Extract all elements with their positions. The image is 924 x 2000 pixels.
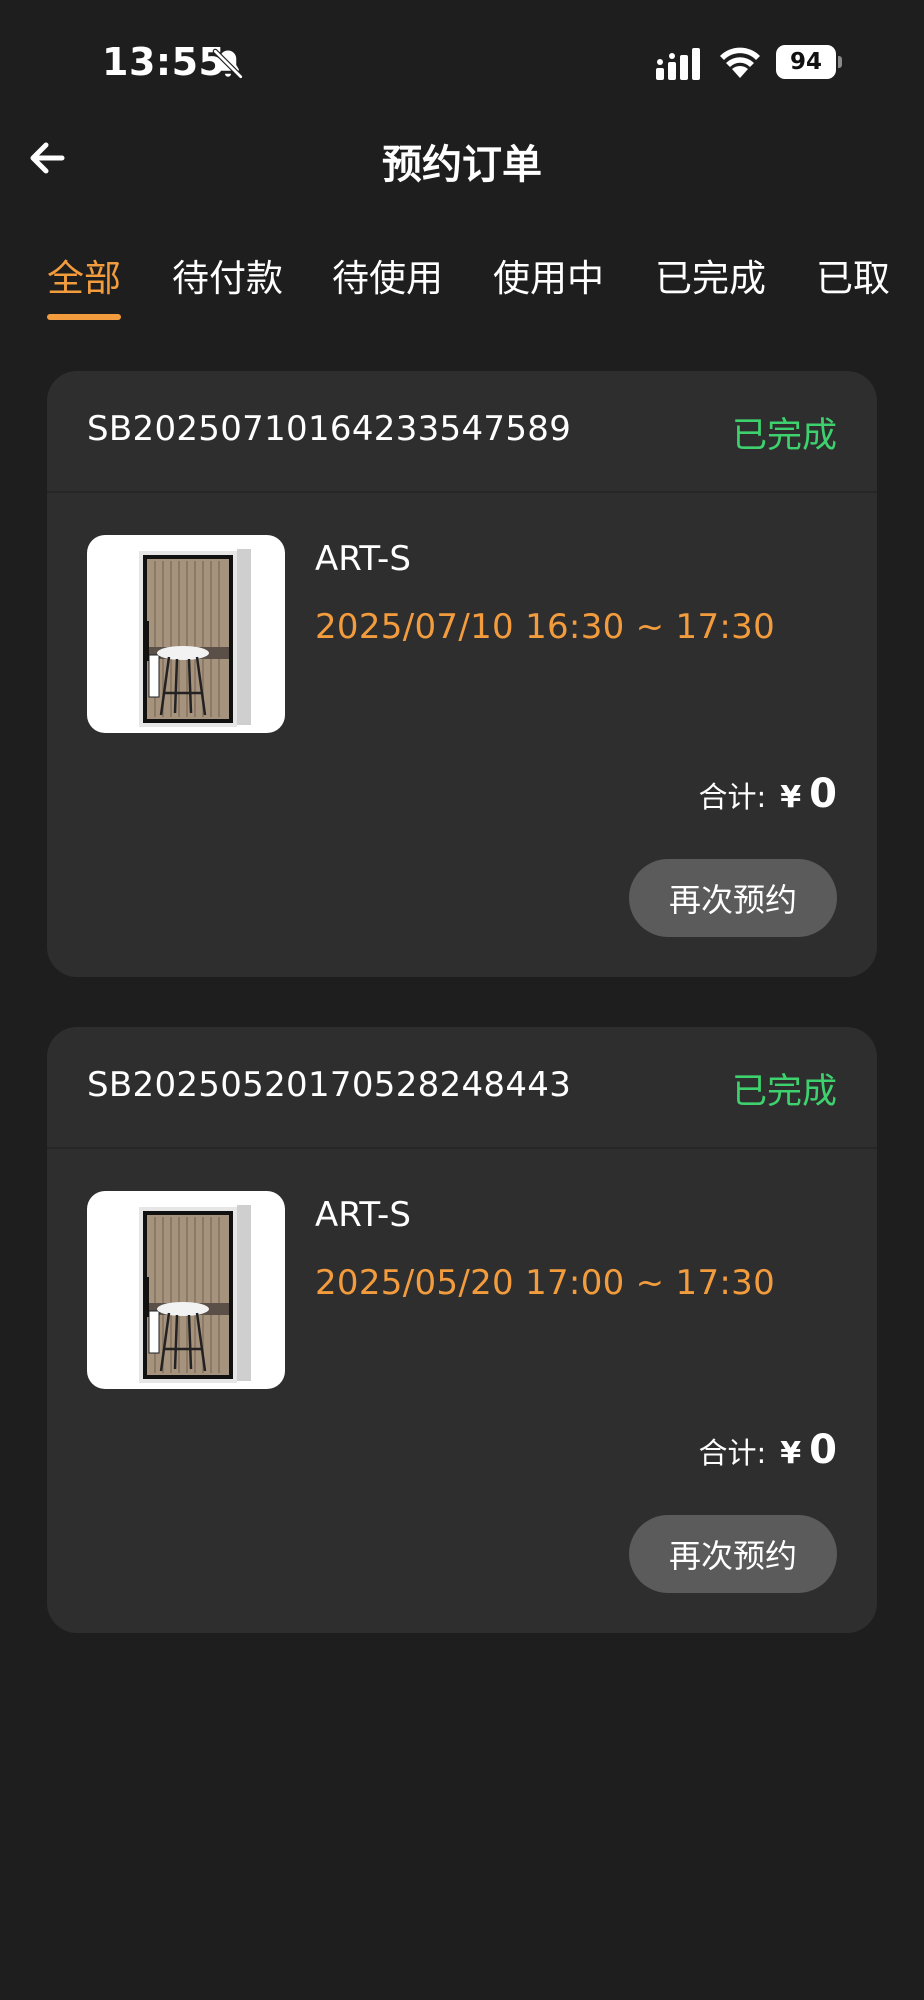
tab-in-use[interactable]: 使用中	[493, 248, 604, 302]
tab-pending-payment[interactable]: 待付款	[172, 248, 283, 302]
rebook-button[interactable]: 再次预约	[629, 1515, 837, 1593]
battery-icon: 94	[776, 45, 842, 79]
tab-cancelled[interactable]: 已取	[816, 248, 890, 302]
order-card[interactable]: SB20250710164233547589 已完成 ART-S 2025/07…	[47, 371, 877, 977]
page-title: 预约订单	[382, 142, 542, 188]
total-row: 合计: ¥ 0	[699, 771, 838, 817]
phone-booth-image	[139, 549, 251, 727]
tab-bar: 全部 待付款 待使用 使用中 已完成 已取	[0, 240, 924, 330]
header: 预约订单	[0, 120, 924, 200]
booking-time: 2025/05/20 17:00 ~ 17:30	[315, 1263, 776, 1303]
rebook-button[interactable]: 再次预约	[629, 859, 837, 937]
order-number: SB20250710164233547589	[87, 409, 572, 449]
product-thumbnail	[87, 535, 285, 733]
bell-slash-icon	[212, 48, 244, 80]
booking-time: 2025/07/10 16:30 ~ 17:30	[315, 607, 776, 647]
tab-completed[interactable]: 已完成	[655, 248, 766, 302]
order-card-header: SB20250710164233547589 已完成	[47, 371, 877, 493]
total-amount: 0	[809, 771, 837, 817]
tab-to-use[interactable]: 待使用	[332, 248, 443, 302]
order-number: SB20250520170528248443	[87, 1065, 572, 1105]
product-name: ART-S	[315, 1195, 411, 1235]
status-time: 13:55	[102, 40, 226, 84]
order-card[interactable]: SB20250520170528248443 已完成 ART-S 2025/05…	[47, 1027, 877, 1633]
order-card-header: SB20250520170528248443 已完成	[47, 1027, 877, 1149]
wifi-icon	[720, 47, 760, 78]
order-status: 已完成	[731, 1072, 837, 1112]
tab-all[interactable]: 全部	[47, 248, 121, 302]
currency-symbol: ¥	[780, 780, 802, 815]
total-amount: 0	[809, 1427, 837, 1473]
screen: 13:55 94 预约订单 全部 待付款 待使用 使用中 已完成 已取 SB20…	[0, 0, 924, 2000]
tab-indicator	[47, 314, 121, 320]
phone-booth-image	[139, 1205, 251, 1383]
product-thumbnail	[87, 1191, 285, 1389]
status-bar: 13:55 94	[0, 0, 924, 120]
battery-level: 94	[776, 45, 836, 79]
total-row: 合计: ¥ 0	[699, 1427, 838, 1473]
signal-icon	[656, 48, 700, 80]
total-label: 合计:	[698, 780, 767, 814]
battery-cap	[838, 56, 842, 68]
product-name: ART-S	[315, 539, 411, 579]
currency-symbol: ¥	[780, 1436, 802, 1471]
order-status: 已完成	[731, 416, 837, 456]
total-label: 合计:	[698, 1436, 767, 1470]
